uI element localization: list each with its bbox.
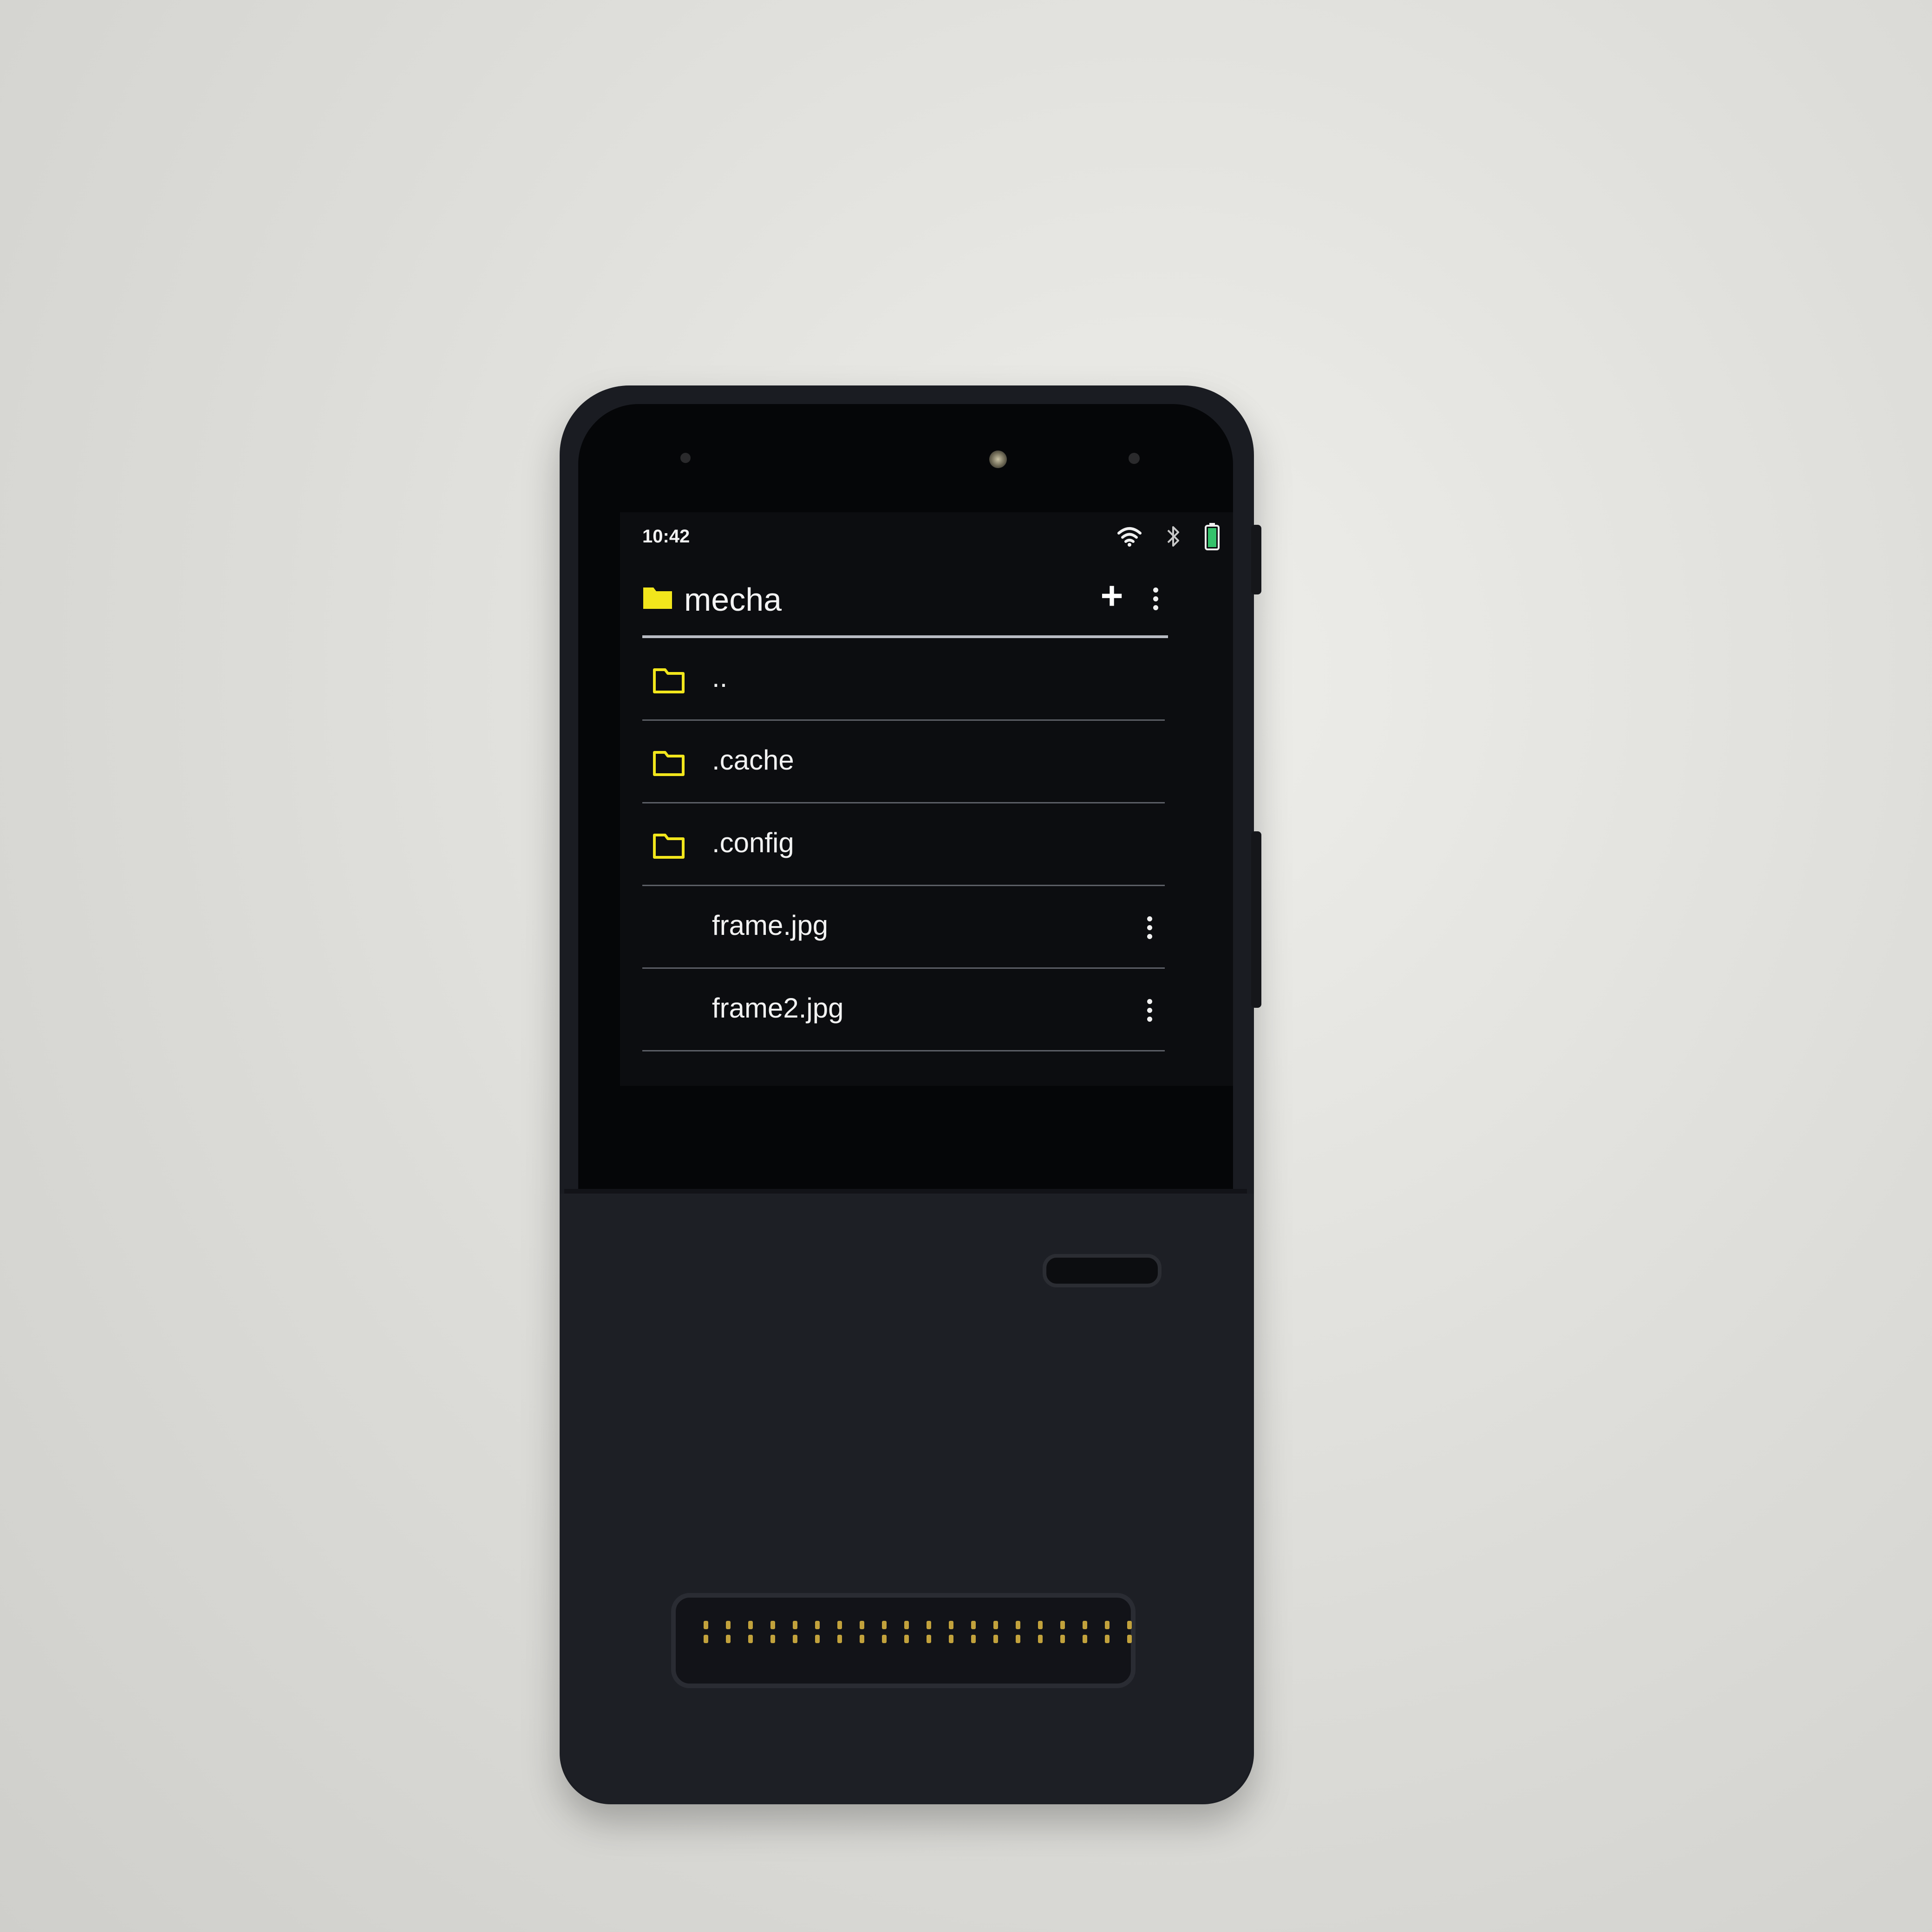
header: mecha + (642, 576, 1168, 619)
wifi-icon (1117, 527, 1142, 547)
file-menu-icon[interactable] (1142, 912, 1156, 944)
folder-outline-icon (653, 751, 685, 776)
folder-outline-icon (653, 834, 685, 859)
sensor-dot (680, 453, 691, 463)
list-item-parent[interactable]: .. (642, 638, 1165, 721)
current-folder-title: mecha (684, 581, 782, 618)
file-name: frame.jpg (712, 910, 829, 941)
file-list: .. .cache .config frame.jpg frame2.jpg (642, 638, 1165, 1051)
expansion-connector (671, 1593, 1136, 1688)
file-menu-icon[interactable] (1142, 994, 1156, 1027)
side-button-top[interactable] (1251, 525, 1261, 594)
file-name: .cache (712, 744, 794, 776)
list-item-frame2[interactable]: frame2.jpg (642, 969, 1165, 1051)
status-bar: 10:42 (620, 512, 1233, 563)
list-item-cache[interactable]: .cache (642, 721, 1165, 803)
speaker-grille (1043, 1254, 1162, 1287)
device-lower-half (560, 1194, 1254, 1804)
clock: 10:42 (642, 526, 690, 547)
battery-icon (1205, 523, 1220, 550)
add-button[interactable]: + (1095, 576, 1129, 615)
connector-pins-right (927, 1621, 1141, 1643)
bluetooth-icon (1167, 526, 1179, 547)
connector-pins-left (704, 1621, 918, 1643)
sensor-dot-right (1129, 453, 1140, 464)
file-name: frame2.jpg (712, 992, 844, 1024)
side-button-volume[interactable] (1251, 831, 1261, 1008)
file-name: .. (712, 662, 728, 693)
screen: 10:42 mecha + .. .cache .config frame.jp… (620, 512, 1233, 1086)
folder-outline-icon (653, 668, 685, 693)
folder-icon (643, 587, 672, 609)
file-name: .config (712, 827, 794, 858)
front-camera (989, 450, 1007, 468)
list-item-frame[interactable]: frame.jpg (642, 886, 1165, 969)
status-icons (1117, 522, 1220, 550)
list-item-config[interactable]: .config (642, 803, 1165, 886)
header-menu-icon[interactable] (1149, 583, 1162, 615)
